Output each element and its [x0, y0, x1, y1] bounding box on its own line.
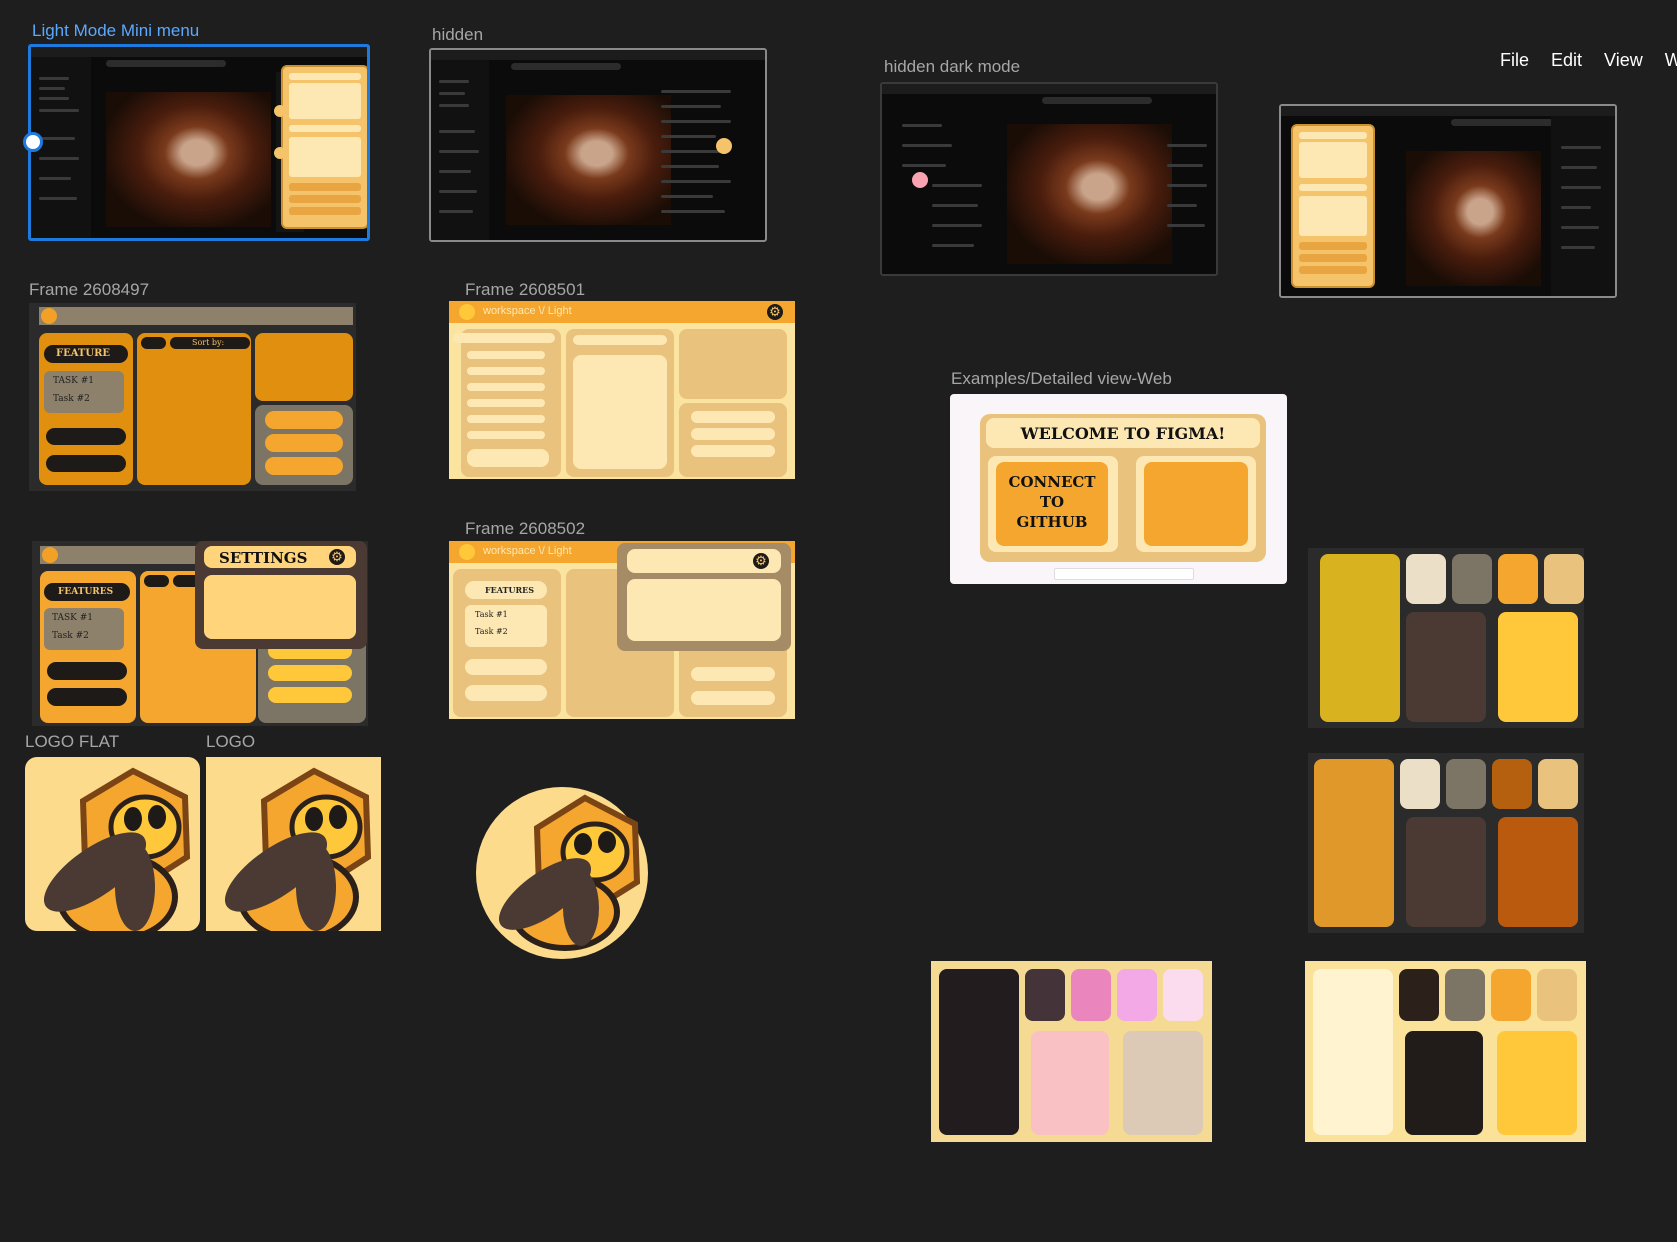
menu-view[interactable]: View [1604, 50, 1643, 71]
frame-label-2608501[interactable]: Frame 2608501 [465, 280, 585, 300]
swatch [1117, 969, 1157, 1021]
task-1-label: Task #1 [475, 610, 508, 619]
frame-label-hidden[interactable]: hidden [432, 25, 483, 45]
settings-frame[interactable]: FEATURES TASK #1 Task #2 SETTINGS ⚙ [32, 541, 368, 726]
swatch [1406, 612, 1486, 722]
swatch [1445, 969, 1485, 1021]
sort-by-pill[interactable]: Sort by: [170, 337, 250, 349]
frame-2608497[interactable]: FEATURE TASK #1 Task #2 Sort by: [29, 303, 356, 491]
gear-icon[interactable]: ⚙ [767, 304, 783, 320]
swatch [1071, 969, 1111, 1021]
features-pill[interactable]: FEATURES [44, 583, 130, 601]
settings-title: SETTINGS [219, 549, 308, 567]
palette-2[interactable] [1308, 753, 1584, 933]
swatch [1314, 759, 1394, 927]
swatch [1405, 1031, 1483, 1135]
frame-label-2608497[interactable]: Frame 2608497 [29, 280, 149, 300]
frame-label-logo[interactable]: LOGO [206, 732, 255, 752]
welcome-title: WELCOME TO FIGMA! [1020, 424, 1226, 443]
task-1-label: TASK #1 [53, 376, 95, 386]
selection-handle[interactable] [23, 132, 43, 152]
task-2-label: Task #2 [475, 627, 508, 636]
bee-logo-icon [41, 308, 57, 324]
settings-modal: SETTINGS ⚙ [195, 541, 367, 649]
swatch [1498, 817, 1578, 927]
swatch [1163, 969, 1203, 1021]
swatch [1497, 1031, 1577, 1135]
swatch [939, 969, 1019, 1135]
mirrored-frame[interactable] [1279, 104, 1617, 298]
frame-label-hidden-dark[interactable]: hidden dark mode [884, 57, 1020, 77]
task-2-label: Task #2 [53, 394, 90, 404]
swatch [1491, 969, 1531, 1021]
gear-icon[interactable]: ⚙ [329, 549, 345, 565]
modal-panel: ⚙ [617, 543, 791, 651]
workspace-header: workspace \/ Light [483, 305, 572, 317]
swatch [1537, 969, 1577, 1021]
palette-3[interactable] [931, 961, 1212, 1142]
task-1-label: TASK #1 [52, 613, 94, 623]
connect-github-button[interactable]: CONNECT TO GITHUB [1002, 472, 1102, 532]
palette-4[interactable] [1305, 961, 1586, 1142]
swatch [1313, 969, 1393, 1135]
swatch [1320, 554, 1400, 722]
examples-frame[interactable]: WELCOME TO FIGMA! CONNECT TO GITHUB [950, 394, 1287, 584]
bee-logo-icon [42, 547, 58, 563]
swatch [1498, 612, 1578, 722]
menu-window[interactable]: W [1665, 50, 1677, 71]
features-pill[interactable]: FEATURES [465, 581, 547, 599]
workspace-header: workspace \/ Light [483, 545, 572, 557]
bee-logo-icon [459, 544, 475, 560]
bee-logo-flat-icon [25, 757, 200, 931]
palette-1[interactable] [1308, 548, 1584, 728]
hidden-frame[interactable] [429, 48, 767, 242]
swatch [1031, 1031, 1109, 1135]
task-2-label: Task #2 [52, 631, 89, 641]
bee-logo-round-icon [476, 787, 648, 959]
swatch [1406, 554, 1446, 604]
bee-logo-icon [206, 757, 381, 931]
frame-label-logo-flat[interactable]: LOGO FLAT [25, 732, 119, 752]
frame-2608502[interactable]: workspace \/ Light FEATURES Task #1 Task… [449, 541, 795, 719]
swatch [1446, 759, 1486, 809]
swatch [1544, 554, 1584, 604]
gear-icon[interactable]: ⚙ [753, 553, 769, 569]
mini-menu-panel [281, 65, 367, 229]
swatch [1498, 554, 1538, 604]
swatch [1492, 759, 1532, 809]
swatch [1452, 554, 1492, 604]
feature-pill[interactable]: FEATURE [44, 345, 128, 363]
menu-file[interactable]: File [1500, 50, 1529, 71]
frame-label-light-mini[interactable]: Light Mode Mini menu [32, 21, 199, 41]
frame-2608501[interactable]: workspace \/ Light ⚙ [449, 301, 795, 479]
swatch [1406, 817, 1486, 927]
swatch [1538, 759, 1578, 809]
hidden-dark-frame[interactable] [880, 82, 1218, 276]
swatch [1399, 969, 1439, 1021]
bee-logo-icon [459, 304, 475, 320]
app-menubar: File Edit View W [1500, 50, 1677, 71]
light-mini-menu-frame[interactable] [28, 44, 370, 241]
menu-edit[interactable]: Edit [1551, 50, 1582, 71]
swatch [1123, 1031, 1203, 1135]
swatch [1400, 759, 1440, 809]
frame-label-2608502[interactable]: Frame 2608502 [465, 519, 585, 539]
frame-label-examples[interactable]: Examples/Detailed view-Web [951, 369, 1172, 389]
swatch [1025, 969, 1065, 1021]
